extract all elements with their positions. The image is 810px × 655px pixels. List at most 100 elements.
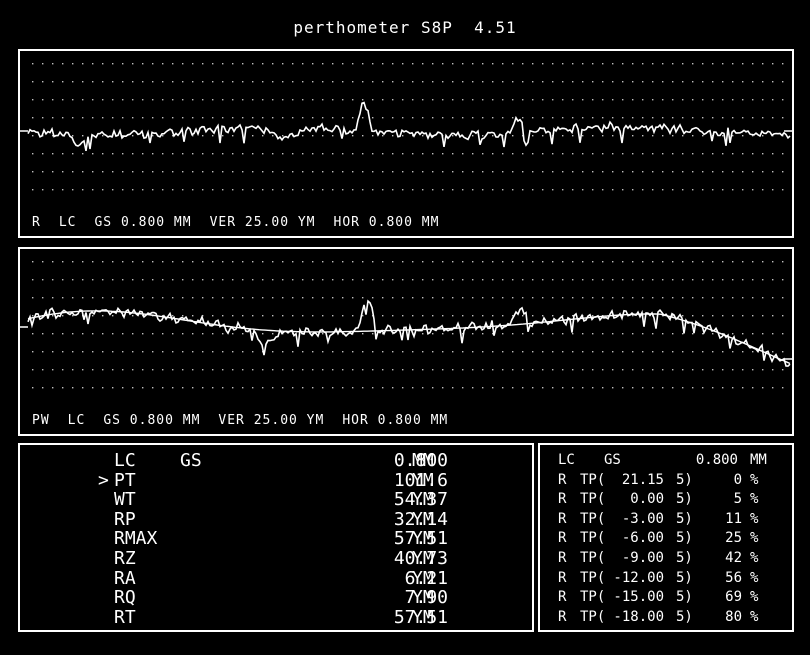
grid-dot xyxy=(232,333,234,335)
grid-dot xyxy=(372,387,374,389)
grid-dot xyxy=(72,333,74,335)
grid-dot xyxy=(562,189,564,191)
grid-dot xyxy=(182,261,184,263)
tp-level: -6.00 xyxy=(621,530,664,547)
grid-dot xyxy=(612,171,614,173)
grid-dot xyxy=(412,63,414,65)
grid-dot xyxy=(742,369,744,371)
grid-dot xyxy=(772,171,774,173)
grid-dot xyxy=(582,135,584,137)
grid-dot xyxy=(592,171,594,173)
grid-dot xyxy=(512,351,514,353)
grid-dot xyxy=(212,297,214,299)
grid-dot xyxy=(642,279,644,281)
grid-dot xyxy=(302,387,304,389)
grid-dot xyxy=(292,369,294,371)
grid-dot xyxy=(422,117,424,119)
grid-dot xyxy=(592,153,594,155)
grid-dot xyxy=(472,117,474,119)
grid-dot xyxy=(452,153,454,155)
grid-dot xyxy=(582,333,584,335)
grid-dot xyxy=(752,81,754,83)
grid-dot xyxy=(252,351,254,353)
grid-dot xyxy=(202,189,204,191)
grid-dot xyxy=(292,297,294,299)
grid-dot xyxy=(242,387,244,389)
grid-dot xyxy=(672,153,674,155)
grid-dot xyxy=(102,315,104,317)
grid-dot xyxy=(162,279,164,281)
percent-sign: % xyxy=(750,491,759,508)
grid-dot xyxy=(552,315,554,317)
grid-dot xyxy=(252,81,254,83)
grid-dot xyxy=(332,171,334,173)
grid-dot xyxy=(192,189,194,191)
tp-percent: 25 xyxy=(725,530,742,547)
grid-dot xyxy=(502,99,504,101)
grid-dot xyxy=(452,135,454,137)
grid-dot xyxy=(322,279,324,281)
grid-dot xyxy=(672,261,674,263)
grid-dot xyxy=(192,387,194,389)
grid-dot xyxy=(142,279,144,281)
grid-dot xyxy=(182,117,184,119)
grid-dot xyxy=(342,117,344,119)
grid-dot xyxy=(392,279,394,281)
grid-dot xyxy=(632,315,634,317)
grid-dot xyxy=(682,279,684,281)
param-extra: GS xyxy=(180,450,202,471)
grid-dot xyxy=(762,315,764,317)
grid-dot xyxy=(282,189,284,191)
grid-dot xyxy=(522,351,524,353)
grid-dot xyxy=(652,333,654,335)
grid-dot xyxy=(532,153,534,155)
grid-dot xyxy=(272,189,274,191)
cutoff-value: 0.800 xyxy=(695,452,738,468)
grid-dot xyxy=(372,171,374,173)
grid-dot xyxy=(292,171,294,173)
grid-dot xyxy=(582,63,584,65)
grid-dot xyxy=(462,315,464,317)
grid-dot xyxy=(112,279,114,281)
grid-dot xyxy=(652,81,654,83)
grid-dot xyxy=(332,279,334,281)
grid-dot xyxy=(252,297,254,299)
tp-percent: 5 xyxy=(733,491,742,508)
grid-dot xyxy=(782,117,784,119)
grid-dot xyxy=(452,171,454,173)
grid-dot xyxy=(52,63,54,65)
grid-dot xyxy=(152,297,154,299)
grid-dot xyxy=(242,261,244,263)
grid-dot xyxy=(282,99,284,101)
grid-dot xyxy=(682,81,684,83)
tp-count: 5) xyxy=(676,491,693,508)
grid-dot xyxy=(202,261,204,263)
grid-dot xyxy=(572,333,574,335)
grid-dot xyxy=(572,171,574,173)
grid-dot xyxy=(412,369,414,371)
grid-dot xyxy=(92,315,94,317)
grid-dot xyxy=(402,297,404,299)
grid-dot xyxy=(262,171,264,173)
grid-dot xyxy=(322,387,324,389)
grid-dot xyxy=(232,117,234,119)
grid-dot xyxy=(632,99,634,101)
grid-dot xyxy=(642,81,644,83)
grid-dot xyxy=(552,171,554,173)
grid-dot xyxy=(392,117,394,119)
grid-dot xyxy=(172,351,174,353)
grid-dot xyxy=(702,99,704,101)
grid-dot xyxy=(452,279,454,281)
grid-dot xyxy=(32,135,34,137)
grid-dot xyxy=(482,297,484,299)
grid-dot xyxy=(312,117,314,119)
grid-dot xyxy=(412,387,414,389)
grid-dot xyxy=(192,153,194,155)
grid-dot xyxy=(232,369,234,371)
grid-dot xyxy=(542,333,544,335)
grid-dot xyxy=(412,297,414,299)
grid-dot xyxy=(342,351,344,353)
grid-dot xyxy=(242,99,244,101)
tp-label: TP( xyxy=(580,491,606,508)
grid-dot xyxy=(262,189,264,191)
